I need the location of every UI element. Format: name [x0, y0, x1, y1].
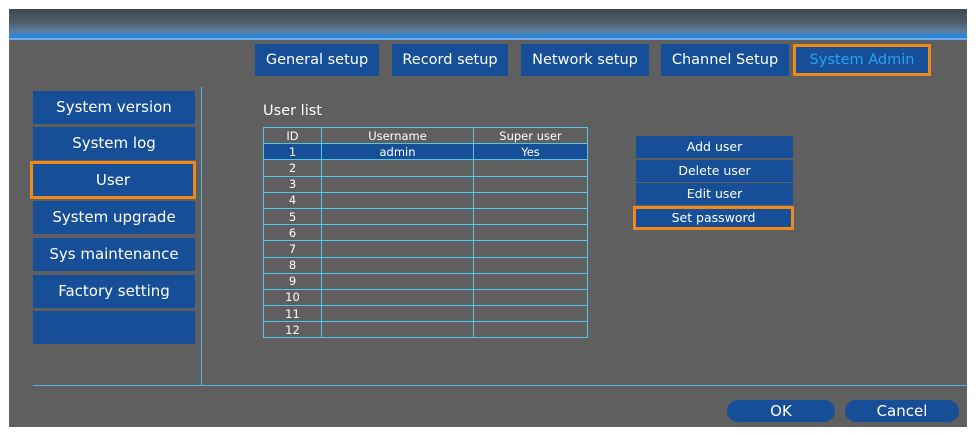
edit-user-button[interactable]: Edit user — [636, 183, 793, 205]
super-user-cell — [473, 224, 588, 242]
username-cell — [321, 288, 474, 307]
user-id-cell: 2 — [263, 159, 322, 177]
user-table: ID Username Super user 1 admin Yes 2 3 4 5 6 7 8 9… — [263, 126, 588, 339]
username-cell — [321, 159, 474, 177]
username-cell — [321, 207, 474, 226]
column-header-super-user: Super user — [473, 126, 588, 145]
set-password-button[interactable]: Set password — [633, 206, 794, 230]
super-user-cell — [473, 288, 588, 307]
user-id-cell: 11 — [263, 305, 322, 323]
table-row[interactable]: 3 — [263, 175, 588, 193]
tab-channel-setup[interactable]: Channel Setup — [661, 44, 789, 76]
column-header-username: Username — [321, 126, 474, 145]
user-id-cell: 4 — [263, 191, 322, 209]
column-header-id: ID — [263, 126, 322, 145]
username-cell — [321, 256, 474, 274]
table-row[interactable]: 2 — [263, 159, 588, 177]
sidebar-item-user[interactable]: User — [30, 161, 196, 199]
username-cell — [321, 224, 474, 242]
user-list-title: User list — [263, 103, 322, 119]
sidebar-item-empty[interactable] — [33, 311, 195, 344]
table-row[interactable]: 7 — [263, 240, 588, 258]
username-cell — [321, 272, 474, 290]
user-id-cell: 9 — [263, 272, 322, 290]
horizontal-divider — [33, 385, 967, 386]
username-cell — [321, 175, 474, 193]
sidebar-item-system-version[interactable]: System version — [33, 91, 195, 124]
user-id-cell: 5 — [263, 207, 322, 226]
table-row[interactable]: 10 — [263, 288, 588, 307]
username-cell — [321, 240, 474, 258]
super-user-cell — [473, 207, 588, 226]
delete-user-button[interactable]: Delete user — [636, 160, 793, 182]
super-user-cell — [473, 240, 588, 258]
super-user-cell — [473, 272, 588, 290]
vertical-divider — [201, 87, 202, 385]
table-row[interactable]: 4 — [263, 191, 588, 209]
table-row[interactable]: 11 — [263, 305, 588, 323]
tab-network-setup[interactable]: Network setup — [521, 44, 649, 76]
table-row[interactable]: 1 admin Yes — [263, 143, 588, 161]
user-id-cell: 8 — [263, 256, 322, 274]
user-id-cell: 1 — [263, 143, 322, 161]
username-cell — [321, 305, 474, 323]
table-row[interactable]: 6 — [263, 224, 588, 242]
super-user-cell — [473, 159, 588, 177]
user-id-cell: 7 — [263, 240, 322, 258]
tab-general-setup[interactable]: General setup — [255, 44, 379, 76]
dvr-admin-window: General setup Record setup Network setup… — [9, 9, 967, 427]
table-row[interactable]: 9 — [263, 272, 588, 290]
sidebar-item-system-upgrade[interactable]: System upgrade — [33, 201, 195, 234]
tab-record-setup[interactable]: Record setup — [392, 44, 508, 76]
super-user-cell — [473, 256, 588, 274]
sidebar-item-system-log[interactable]: System log — [33, 127, 195, 160]
super-user-cell — [473, 175, 588, 193]
super-user-cell — [473, 191, 588, 209]
user-id-cell: 10 — [263, 288, 322, 307]
tab-system-admin[interactable]: System Admin — [793, 44, 931, 76]
table-row[interactable]: 12 — [263, 321, 588, 339]
username-cell: admin — [321, 143, 474, 161]
user-id-cell: 6 — [263, 224, 322, 242]
title-bar — [9, 9, 967, 40]
table-row[interactable]: 8 — [263, 256, 588, 274]
table-row[interactable]: 5 — [263, 207, 588, 226]
add-user-button[interactable]: Add user — [636, 136, 793, 158]
super-user-cell — [473, 305, 588, 323]
user-id-cell: 12 — [263, 321, 322, 339]
ok-button[interactable]: OK — [727, 400, 835, 422]
table-header-row: ID Username Super user — [263, 126, 588, 145]
username-cell — [321, 191, 474, 209]
cancel-button[interactable]: Cancel — [845, 400, 959, 422]
sidebar-item-factory-setting[interactable]: Factory setting — [33, 275, 195, 308]
sidebar-item-sys-maintenance[interactable]: Sys maintenance — [33, 238, 195, 271]
super-user-cell: Yes — [473, 143, 588, 161]
user-rows: 1 admin Yes 2 3 4 5 6 7 8 9 10 11 12 — [263, 143, 588, 339]
user-id-cell: 3 — [263, 175, 322, 193]
username-cell — [321, 321, 474, 339]
super-user-cell — [473, 321, 588, 339]
